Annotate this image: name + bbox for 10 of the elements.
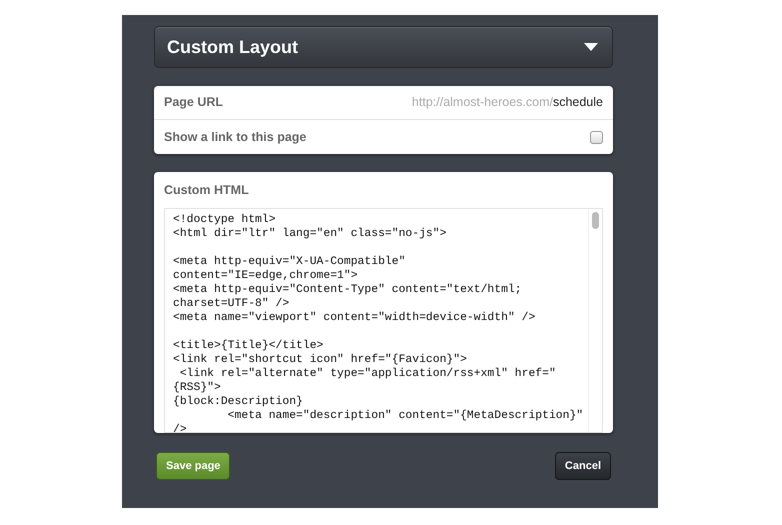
page-url-value: http://almost-heroes.com/schedule bbox=[412, 94, 603, 112]
checkbox[interactable] bbox=[590, 130, 603, 144]
page-url-label: Page URL bbox=[164, 94, 224, 112]
scrollbar-thumb[interactable] bbox=[592, 212, 599, 229]
cancel-button[interactable]: Cancel bbox=[554, 452, 611, 480]
section-label: Custom HTML bbox=[163, 182, 250, 199]
checkbox-label: Show a link to this page bbox=[164, 128, 306, 146]
layout-dropdown[interactable]: Custom Layout bbox=[154, 26, 613, 68]
caret-down-icon bbox=[584, 43, 598, 51]
code-editor[interactable]: <!doctype html> <html dir="ltr" lang="en" class="no-js"> <meta http-equiv="X-UA-Compatible" content="IE=edge,chrome=1"> <meta http-equiv="Content-Type" content="text/html; charset=UTF-8" /> <meta name="viewport" content="width=device-width" /> <title>{Title}</title> <link rel="shortcut icon" href="{Favicon}"> <link rel="alternate" type="application/rss+xml" href=" {RSS}"> {block:Description} <meta name="description" content="{MetaDescription}" /> bbox=[164, 208, 603, 433]
